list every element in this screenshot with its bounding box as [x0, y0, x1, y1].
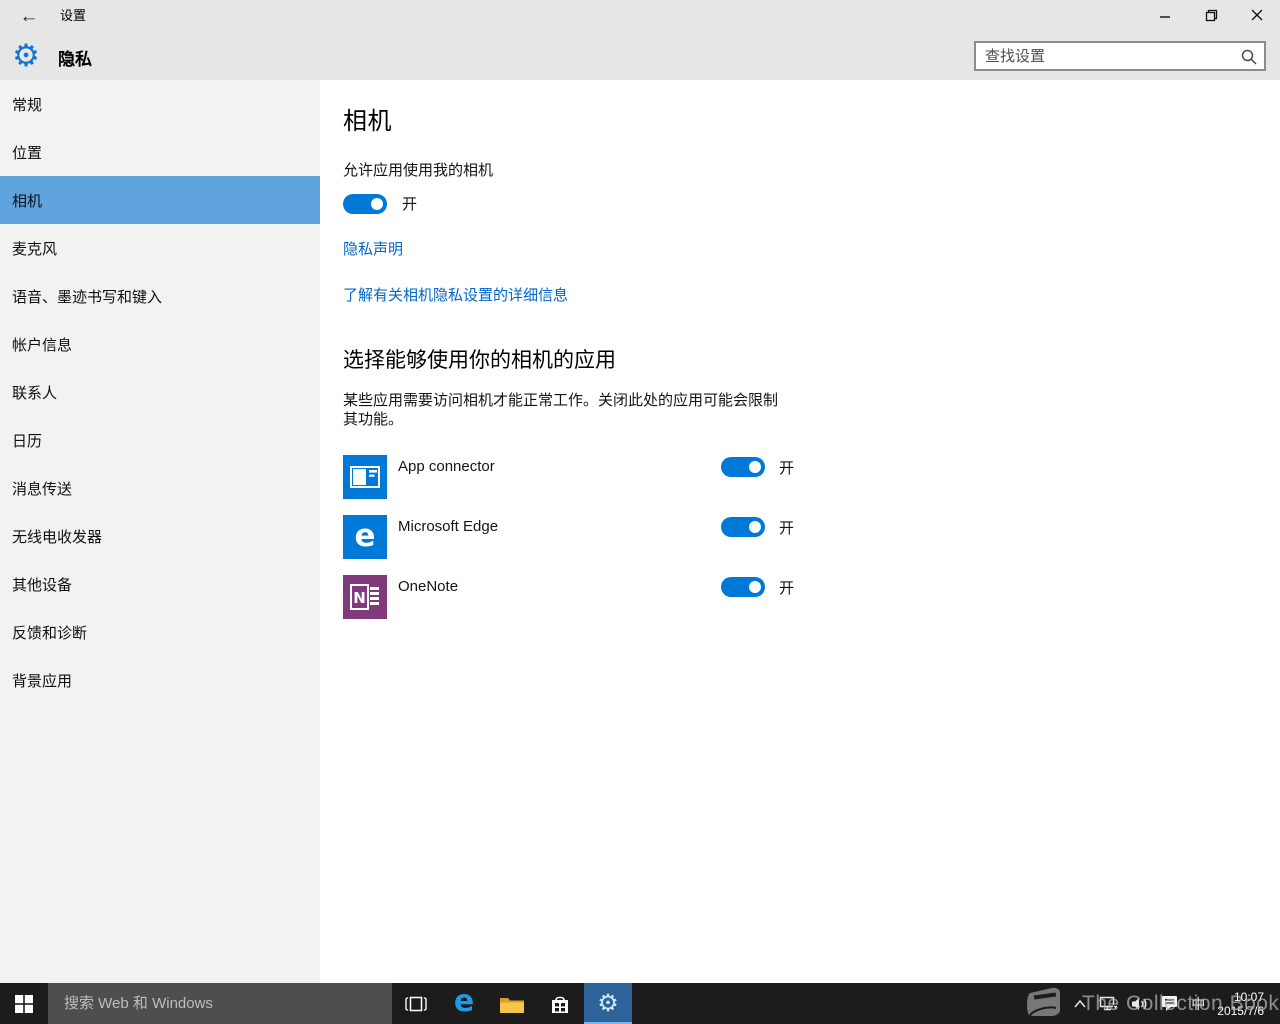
back-button[interactable]: ← — [13, 4, 45, 30]
learn-more-link[interactable]: 了解有关相机隐私设置的详细信息 — [343, 284, 568, 305]
task-view-button[interactable] — [392, 983, 440, 1024]
settings-taskbar-button[interactable]: ⚙ — [584, 983, 632, 1024]
store-icon — [549, 994, 571, 1014]
svg-text:N: N — [353, 589, 366, 607]
start-button[interactable] — [0, 983, 48, 1024]
task-view-icon — [404, 995, 428, 1013]
sidebar-item-general[interactable]: 常规 — [0, 80, 320, 128]
app-row-app-connector: App connector 开 — [343, 455, 903, 499]
taskbar: e ⚙ — [0, 983, 1280, 1024]
ime-indicator[interactable]: 中 — [1191, 994, 1205, 1014]
camera-master-toggle[interactable] — [343, 194, 387, 214]
hidden-icons-chevron[interactable] — [1073, 999, 1087, 1009]
edge-icon: e — [454, 984, 474, 1019]
app-name: OneNote — [398, 578, 721, 595]
app-name: App connector — [398, 458, 721, 475]
restore-icon — [1205, 9, 1218, 22]
sidebar-item-background-apps[interactable]: 背景应用 — [0, 656, 320, 704]
sidebar-item-microphone[interactable]: 麦克风 — [0, 224, 320, 272]
minimize-button[interactable] — [1142, 0, 1188, 30]
chevron-up-icon — [1073, 999, 1087, 1009]
store-button[interactable] — [536, 983, 584, 1024]
minimize-icon — [1159, 9, 1171, 21]
find-setting-searchbox — [974, 41, 1266, 71]
sidebar-item-radios[interactable]: 无线电收发器 — [0, 512, 320, 560]
sidebar-item-contacts[interactable]: 联系人 — [0, 368, 320, 416]
taskbar-edge-button[interactable]: e — [440, 983, 488, 1024]
privacy-nav-sidebar: 常规 位置 相机 麦克风 语音、墨迹书写和键入 帐户信息 联系人 日历 消息传送… — [0, 80, 320, 983]
close-button[interactable] — [1234, 0, 1280, 30]
close-icon — [1251, 9, 1263, 21]
sidebar-item-feedback[interactable]: 反馈和诊断 — [0, 608, 320, 656]
volume-tray-icon[interactable] — [1131, 996, 1149, 1012]
restore-button[interactable] — [1188, 0, 1234, 30]
app-row-microsoft-edge: e Microsoft Edge 开 — [343, 515, 903, 559]
app-connector-icon — [343, 455, 387, 499]
sidebar-item-account-info[interactable]: 帐户信息 — [0, 320, 320, 368]
window-title: 设置 — [60, 0, 86, 32]
app-connector-toggle[interactable] — [721, 457, 765, 477]
app-list: App connector 开 e Microsoft Edge 开 N — [343, 455, 903, 619]
page-title: 隐私 — [58, 45, 92, 70]
master-toggle-row: 开 — [343, 193, 903, 214]
sidebar-item-camera[interactable]: 相机 — [0, 176, 320, 224]
gear-icon: ⚙ — [597, 992, 619, 1016]
sidebar-item-other-devices[interactable]: 其他设备 — [0, 560, 320, 608]
edge-icon: e — [343, 515, 387, 559]
sidebar-item-speech[interactable]: 语音、墨迹书写和键入 — [0, 272, 320, 320]
network-icon — [1099, 996, 1119, 1012]
master-toggle-label: 允许应用使用我的相机 — [343, 159, 903, 180]
toggle-knob — [749, 521, 761, 533]
choose-apps-description: 某些应用需要访问相机才能正常工作。关闭此处的应用可能会限制 其功能。 — [343, 391, 903, 429]
action-center-tray-icon[interactable] — [1161, 995, 1179, 1012]
action-center-icon — [1161, 995, 1179, 1012]
clock-time: 10:07 — [1217, 990, 1264, 1004]
file-explorer-button[interactable] — [488, 983, 536, 1024]
windows-logo-icon — [15, 995, 33, 1013]
choose-apps-heading: 选择能够使用你的相机的应用 — [343, 344, 903, 374]
system-tray: 中 10:07 2015/7/6 — [1061, 983, 1280, 1024]
master-toggle-state: 开 — [402, 193, 417, 214]
sidebar-item-location[interactable]: 位置 — [0, 128, 320, 176]
app-toggle-state: 开 — [779, 577, 794, 598]
network-tray-icon[interactable] — [1099, 996, 1119, 1012]
camera-settings-panel: 相机 允许应用使用我的相机 开 隐私声明 了解有关相机隐私设置的详细信息 选择能… — [320, 80, 1280, 983]
folder-icon — [499, 994, 525, 1014]
window-chrome: ← 设置 ⚙ 隐私 — [0, 0, 1280, 80]
privacy-statement-link[interactable]: 隐私声明 — [343, 238, 403, 259]
toggle-knob — [749, 581, 761, 593]
taskbar-clock[interactable]: 10:07 2015/7/6 — [1217, 990, 1264, 1018]
camera-heading: 相机 — [343, 101, 903, 136]
app-row-onenote: N OneNote 开 — [343, 575, 903, 619]
window-controls — [1142, 0, 1280, 30]
find-setting-input[interactable] — [976, 43, 1264, 69]
speaker-icon — [1131, 996, 1149, 1012]
back-arrow-icon: ← — [20, 6, 39, 28]
microsoft-edge-toggle[interactable] — [721, 517, 765, 537]
clock-date: 2015/7/6 — [1217, 1004, 1264, 1018]
sidebar-item-messaging[interactable]: 消息传送 — [0, 464, 320, 512]
toggle-knob — [749, 461, 761, 473]
sidebar-item-calendar[interactable]: 日历 — [0, 416, 320, 464]
app-toggle-state: 开 — [779, 457, 794, 478]
settings-gear-icon: ⚙ — [8, 38, 44, 74]
onenote-icon: N — [343, 575, 387, 619]
onenote-toggle[interactable] — [721, 577, 765, 597]
toggle-knob — [371, 198, 383, 210]
search-icon — [1240, 48, 1258, 66]
app-name: Microsoft Edge — [398, 518, 721, 535]
taskbar-searchbox — [48, 983, 392, 1024]
taskbar-search-input[interactable] — [48, 983, 392, 1024]
app-toggle-state: 开 — [779, 517, 794, 538]
taskbar-buttons: e ⚙ — [392, 983, 632, 1024]
